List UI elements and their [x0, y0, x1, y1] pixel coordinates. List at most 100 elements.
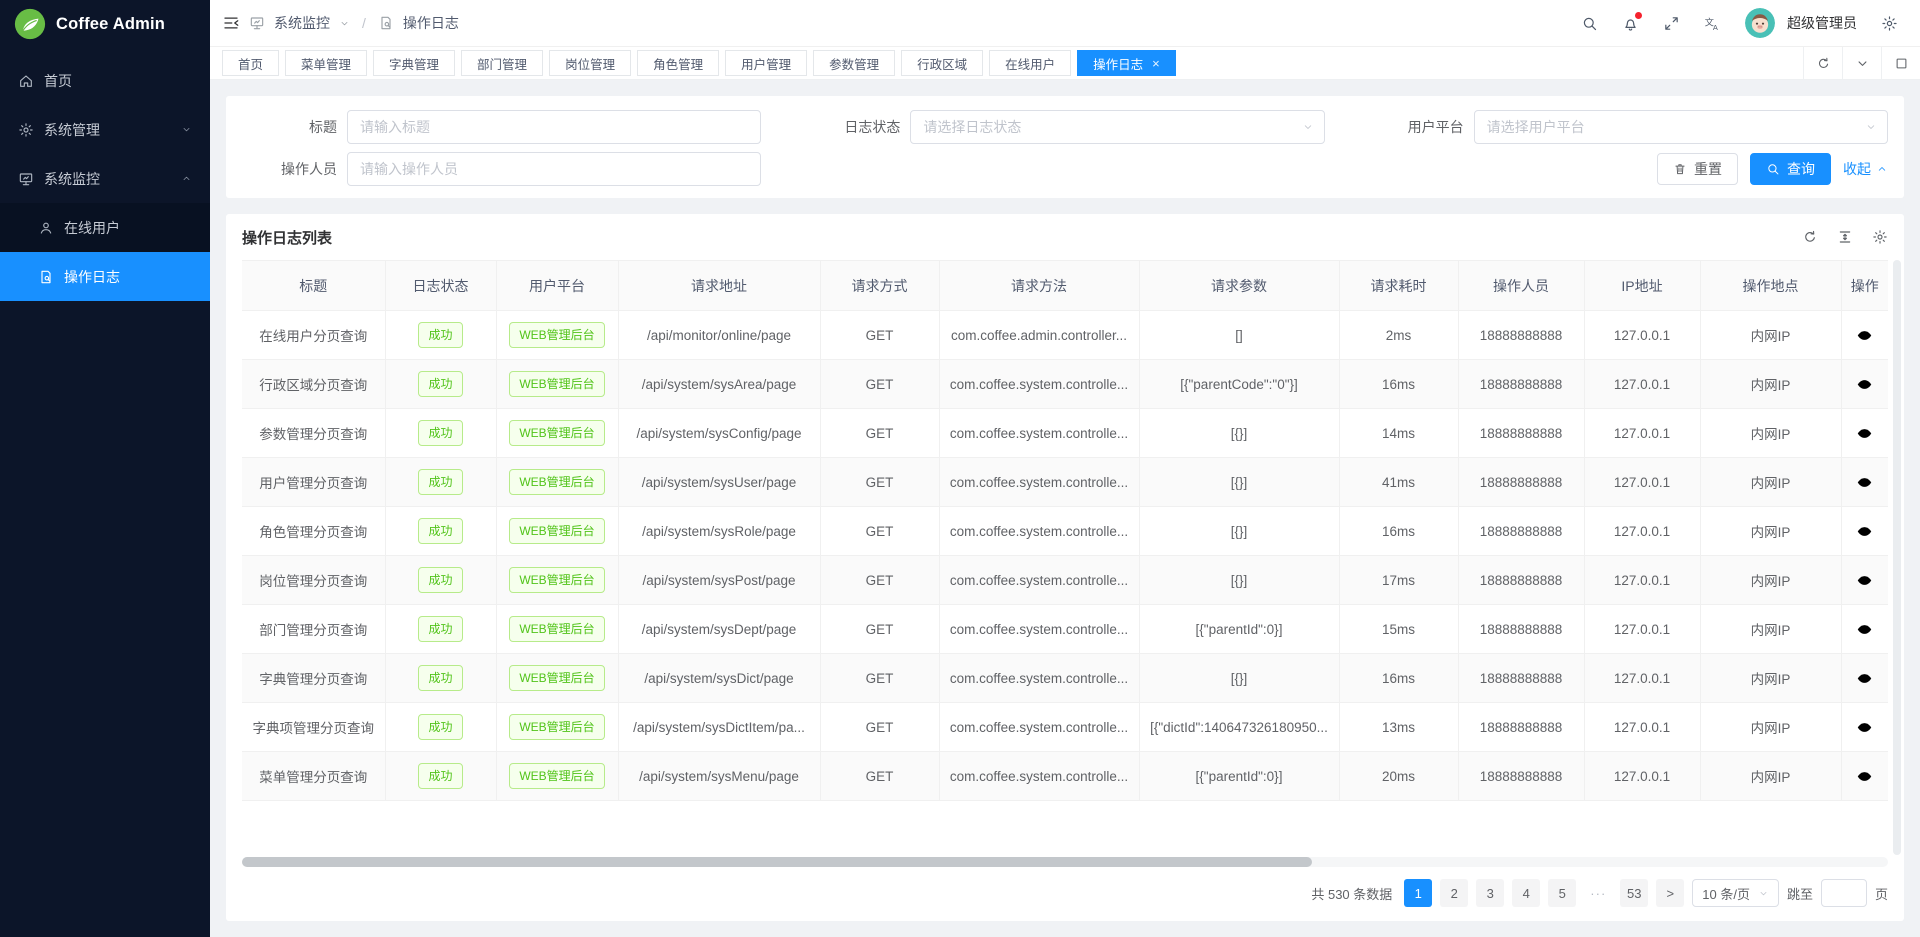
view-detail-eye-icon[interactable]: [1856, 376, 1873, 393]
view-detail-eye-icon[interactable]: [1856, 523, 1873, 540]
view-detail-eye-icon[interactable]: [1856, 719, 1873, 736]
sidebar-item-home[interactable]: 首页: [0, 56, 210, 105]
tab-bar: 首页菜单管理字典管理部门管理岗位管理角色管理用户管理参数管理行政区域在线用户操作…: [210, 47, 1920, 80]
tab-菜单管理[interactable]: 菜单管理: [285, 50, 367, 76]
cell-title: 岗位管理分页查询: [242, 556, 385, 605]
search-icon[interactable]: [1581, 15, 1598, 32]
jump-label: 跳至: [1787, 884, 1813, 903]
cell-title: 菜单管理分页查询: [242, 752, 385, 801]
cell-location: 内网IP: [1700, 703, 1841, 752]
language-icon[interactable]: 文A: [1704, 15, 1721, 32]
cell-method: GET: [820, 409, 939, 458]
filter-title-input[interactable]: [347, 110, 761, 144]
tab-岗位管理[interactable]: 岗位管理: [549, 50, 631, 76]
cell-method: GET: [820, 556, 939, 605]
view-detail-eye-icon[interactable]: [1856, 670, 1873, 687]
tab-在线用户[interactable]: 在线用户: [989, 50, 1071, 76]
sidebar-item-system-management[interactable]: 系统管理: [0, 105, 210, 154]
refresh-icon[interactable]: [1802, 229, 1818, 245]
breadcrumb-menu[interactable]: 系统监控: [274, 13, 330, 33]
next-page-button[interactable]: >: [1656, 879, 1684, 907]
view-detail-eye-icon[interactable]: [1856, 621, 1873, 638]
page-button-1[interactable]: 1: [1404, 879, 1432, 907]
column-settings-icon[interactable]: [1872, 229, 1888, 245]
main-area: 系统监控 / 操作日志 文A 超级管理员 首页菜单管理字典管理部门管理岗位管理角…: [210, 0, 1920, 937]
reset-button[interactable]: 重置: [1657, 153, 1738, 185]
filter-platform-select[interactable]: 请选择用户平台: [1474, 110, 1888, 144]
tab-label: 操作日志: [1093, 54, 1143, 73]
collapse-sidebar-icon[interactable]: [222, 14, 240, 32]
avatar[interactable]: [1745, 8, 1775, 38]
notification-icon[interactable]: [1622, 15, 1639, 32]
search-button[interactable]: 查询: [1750, 153, 1831, 185]
tab-参数管理[interactable]: 参数管理: [813, 50, 895, 76]
filter-status-select[interactable]: 请选择日志状态: [910, 110, 1324, 144]
sidebar-item-online-users[interactable]: 在线用户: [0, 203, 210, 252]
row-height-icon[interactable]: [1837, 229, 1853, 245]
maximize-tab-control[interactable]: [1881, 47, 1920, 79]
column-header-操作人员: 操作人员: [1458, 261, 1584, 311]
page-button-4[interactable]: 4: [1512, 879, 1540, 907]
chevron-up-icon: [181, 173, 192, 184]
tab-行政区域[interactable]: 行政区域: [901, 50, 983, 76]
tab-字典管理[interactable]: 字典管理: [373, 50, 455, 76]
cell-operator: 18888888888: [1458, 605, 1584, 654]
cell-platform: WEB管理后台: [496, 409, 618, 458]
page-button-5[interactable]: 5: [1548, 879, 1576, 907]
fullscreen-icon[interactable]: [1663, 15, 1680, 32]
tab-close-icon[interactable]: ×: [1152, 57, 1160, 70]
sidebar-item-label: 在线用户: [64, 218, 192, 238]
sidebar-menu: 首页系统管理系统监控在线用户操作日志: [0, 56, 210, 301]
app-logo[interactable]: Coffee Admin: [0, 0, 210, 48]
cell-operator: 18888888888: [1458, 654, 1584, 703]
cell-platform: WEB管理后台: [496, 654, 618, 703]
sidebar-item-operation-log[interactable]: 操作日志: [0, 252, 210, 301]
sidebar-item-label: 系统监控: [44, 169, 171, 189]
collapse-filter-link[interactable]: 收起: [1843, 159, 1888, 179]
view-detail-eye-icon[interactable]: [1856, 474, 1873, 491]
username[interactable]: 超级管理员: [1787, 13, 1857, 33]
tab-操作日志[interactable]: 操作日志 ×: [1077, 50, 1176, 76]
chevron-down-tab-control[interactable]: [1842, 47, 1881, 79]
tab-用户管理[interactable]: 用户管理: [725, 50, 807, 76]
view-detail-eye-icon[interactable]: [1856, 327, 1873, 344]
cell-ip: 127.0.0.1: [1584, 311, 1700, 360]
settings-icon[interactable]: [1881, 15, 1898, 32]
tab-部门管理[interactable]: 部门管理: [461, 50, 543, 76]
table-row: 字典管理分页查询成功WEB管理后台/api/system/sysDict/pag…: [242, 654, 1888, 703]
tab-label: 首页: [238, 54, 263, 73]
sidebar-item-label: 系统管理: [44, 120, 171, 140]
vertical-scrollbar[interactable]: [1893, 260, 1901, 855]
platform-badge: WEB管理后台: [509, 567, 604, 593]
page-button-3[interactable]: 3: [1476, 879, 1504, 907]
cell-ip: 127.0.0.1: [1584, 458, 1700, 507]
cell-platform: WEB管理后台: [496, 458, 618, 507]
column-header-请求地址: 请求地址: [618, 261, 820, 311]
cell-status: 成功: [385, 654, 496, 703]
page-size-select[interactable]: 10 条/页: [1692, 879, 1779, 907]
doc-search-icon: [38, 269, 54, 285]
page-button-53[interactable]: 53: [1620, 879, 1648, 907]
page-button-2[interactable]: 2: [1440, 879, 1468, 907]
refresh-tab-control[interactable]: [1803, 47, 1842, 79]
horizontal-scrollbar-thumb[interactable]: [242, 857, 1312, 867]
refresh-icon: [1816, 56, 1831, 71]
view-detail-eye-icon[interactable]: [1856, 768, 1873, 785]
filter-title-label: 标题: [242, 117, 337, 137]
column-header-请求方式: 请求方式: [820, 261, 939, 311]
tab-角色管理[interactable]: 角色管理: [637, 50, 719, 76]
jump-page-input[interactable]: [1821, 879, 1867, 907]
tab-label: 用户管理: [741, 54, 791, 73]
filter-operator-input[interactable]: [347, 152, 761, 186]
tab-首页[interactable]: 首页: [222, 50, 279, 76]
sidebar-item-system-monitor[interactable]: 系统监控: [0, 154, 210, 203]
horizontal-scrollbar[interactable]: [242, 857, 1888, 867]
tab-label: 角色管理: [653, 54, 703, 73]
platform-badge: WEB管理后台: [509, 616, 604, 642]
tab-label: 菜单管理: [301, 54, 351, 73]
column-header-操作: 操作: [1841, 261, 1888, 311]
notification-badge: [1635, 12, 1642, 19]
view-detail-eye-icon[interactable]: [1856, 425, 1873, 442]
platform-badge: WEB管理后台: [509, 322, 604, 348]
view-detail-eye-icon[interactable]: [1856, 572, 1873, 589]
